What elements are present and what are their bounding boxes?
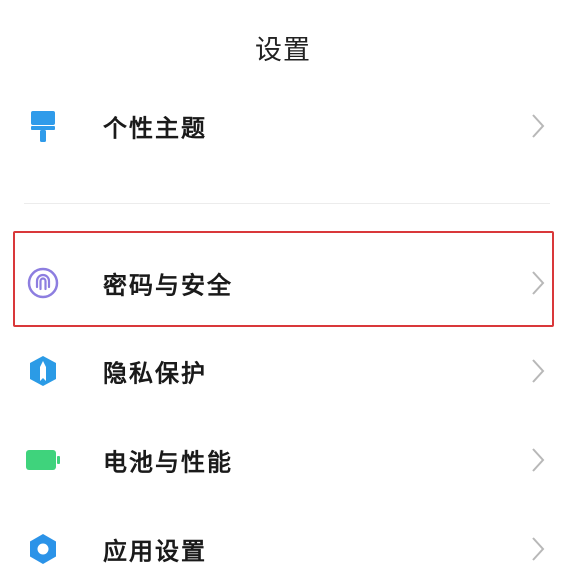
chevron-right-icon — [530, 536, 546, 562]
gear-icon — [24, 530, 62, 568]
settings-item-label: 电池与性能 — [103, 448, 233, 477]
settings-item-privacy[interactable]: 隐私保护 — [0, 331, 566, 411]
settings-screen: 设置 个性主题 密码与安全 隐私保护 电池与性能 应用设置 — [0, 0, 566, 571]
chevron-right-icon — [530, 447, 546, 473]
divider — [24, 203, 550, 204]
page-title: 设置 — [255, 35, 311, 66]
shield-icon — [24, 352, 62, 390]
chevron-right-icon — [530, 358, 546, 384]
settings-item-theme[interactable]: 个性主题 — [0, 86, 566, 166]
settings-item-label: 应用设置 — [103, 537, 207, 566]
highlight-box — [13, 231, 554, 327]
settings-item-apps[interactable]: 应用设置 — [0, 509, 566, 571]
battery-icon — [24, 441, 62, 479]
chevron-right-icon — [530, 113, 546, 139]
paint-roller-icon — [24, 107, 62, 145]
settings-item-battery[interactable]: 电池与性能 — [0, 420, 566, 500]
settings-item-label: 个性主题 — [103, 114, 207, 143]
settings-item-label: 隐私保护 — [103, 359, 207, 388]
